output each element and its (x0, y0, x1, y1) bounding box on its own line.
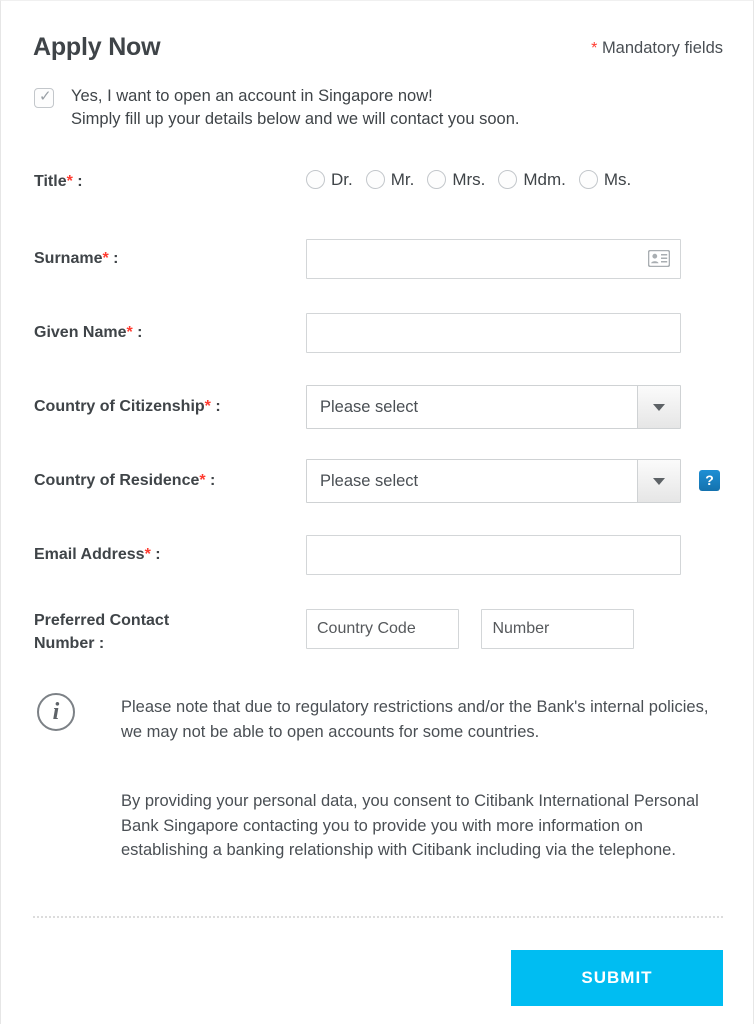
radio-circle-icon (427, 170, 447, 189)
note-paragraph-regulatory: Please note that due to regulatory restr… (121, 698, 709, 741)
radio-circle-icon (365, 170, 385, 189)
label-country-residence-star: * (199, 472, 206, 489)
country-code-input[interactable] (306, 609, 459, 649)
chevron-down-icon (653, 478, 665, 485)
label-email-star: * (144, 546, 151, 563)
label-given-name: Given Name* : (34, 321, 143, 344)
info-icon-letter: i (52, 699, 60, 725)
label-email-colon: : (155, 546, 161, 563)
label-title-colon: : (77, 173, 83, 190)
form-header: Apply Now * Mandatory fields (33, 33, 723, 69)
radio-label: Dr. (331, 170, 353, 189)
label-country-residence-colon: : (210, 472, 216, 489)
radio-option-mrs[interactable]: Mrs. (427, 170, 485, 190)
note-paragraph-consent: By providing your personal data, you con… (121, 792, 699, 859)
label-country-citizenship-text: Country of Citizenship (34, 398, 205, 415)
open-account-checkbox[interactable]: ✓ (34, 88, 54, 108)
consent-line-1: Yes, I want to open an account in Singap… (71, 87, 433, 105)
label-title-star: * (66, 173, 73, 190)
contact-number-field-wrap (306, 609, 635, 649)
radio-circle-icon (498, 170, 518, 189)
radio-label: Mrs. (452, 170, 486, 189)
phone-number-input[interactable] (481, 609, 635, 649)
radio-label: Ms. (603, 170, 632, 189)
label-surname-star: * (102, 250, 109, 267)
label-country-citizenship-colon: : (215, 398, 221, 415)
checkmark-icon: ✓ (39, 88, 52, 105)
given-name-field-wrap (306, 313, 681, 353)
radio-option-dr[interactable]: Dr. (306, 170, 353, 190)
label-country-residence: Country of Residence* : (34, 469, 215, 492)
given-name-input[interactable] (306, 313, 681, 353)
consent-line-2: Simply fill up your details below and we… (71, 110, 520, 128)
radio-label: Mdm. (523, 170, 566, 189)
country-citizenship-select[interactable]: Please select (306, 385, 681, 429)
radio-label: Mr. (390, 170, 415, 189)
chevron-down-icon (653, 404, 665, 411)
email-field-wrap (306, 535, 681, 575)
label-title: Title* : (34, 170, 83, 193)
label-surname-text: Surname (34, 250, 103, 267)
label-surname-colon: : (113, 250, 119, 267)
radio-option-ms[interactable]: Ms. (578, 170, 632, 190)
consent-text: Yes, I want to open an account in Singap… (71, 85, 519, 131)
label-contact-number-line2: Number : (34, 635, 105, 652)
label-country-citizenship-star: * (204, 398, 211, 415)
email-input[interactable] (306, 535, 681, 575)
submit-button[interactable]: SUBMIT (511, 950, 723, 1006)
title-radio-group: Dr. Mr. Mrs. Mdm. Ms. (306, 170, 644, 190)
label-contact-number-line1: Preferred Contact (34, 612, 170, 629)
surname-input[interactable] (306, 239, 681, 279)
label-country-citizenship: Country of Citizenship* : (34, 395, 221, 418)
label-email-text: Email Address (34, 546, 145, 563)
mandatory-fields-note: * Mandatory fields (591, 39, 723, 58)
country-residence-dropdown-button[interactable] (637, 460, 680, 502)
help-icon[interactable]: ? (699, 470, 720, 491)
label-given-name-text: Given Name (34, 324, 127, 341)
radio-circle-icon (578, 170, 598, 189)
label-country-residence-text: Country of Residence (34, 472, 200, 489)
mandatory-asterisk: * (591, 40, 598, 57)
country-residence-field-wrap: Please select ? (306, 459, 720, 503)
label-email: Email Address* : (34, 543, 161, 566)
label-surname: Surname* : (34, 247, 118, 270)
info-icon: i (37, 693, 75, 731)
radio-option-mdm[interactable]: Mdm. (498, 170, 566, 190)
label-contact-number: Preferred Contact Number : (34, 609, 169, 655)
label-given-name-colon: : (137, 324, 143, 341)
label-given-name-star: * (126, 324, 133, 341)
country-citizenship-selected-value: Please select (320, 398, 419, 416)
country-residence-select[interactable]: Please select (306, 459, 681, 503)
country-citizenship-field-wrap: Please select (306, 385, 681, 429)
apply-now-form-page: Apply Now * Mandatory fields ✓ Yes, I wa… (0, 0, 754, 1024)
surname-field-wrap (306, 239, 681, 279)
mandatory-fields-label: Mandatory fields (601, 39, 723, 57)
page-title: Apply Now (33, 33, 161, 61)
radio-circle-icon (306, 170, 325, 189)
footer-divider (33, 916, 723, 918)
radio-option-mr[interactable]: Mr. (365, 170, 415, 190)
country-citizenship-dropdown-button[interactable] (637, 386, 680, 428)
country-residence-selected-value: Please select (320, 472, 419, 490)
label-title-text: Title (34, 173, 67, 190)
